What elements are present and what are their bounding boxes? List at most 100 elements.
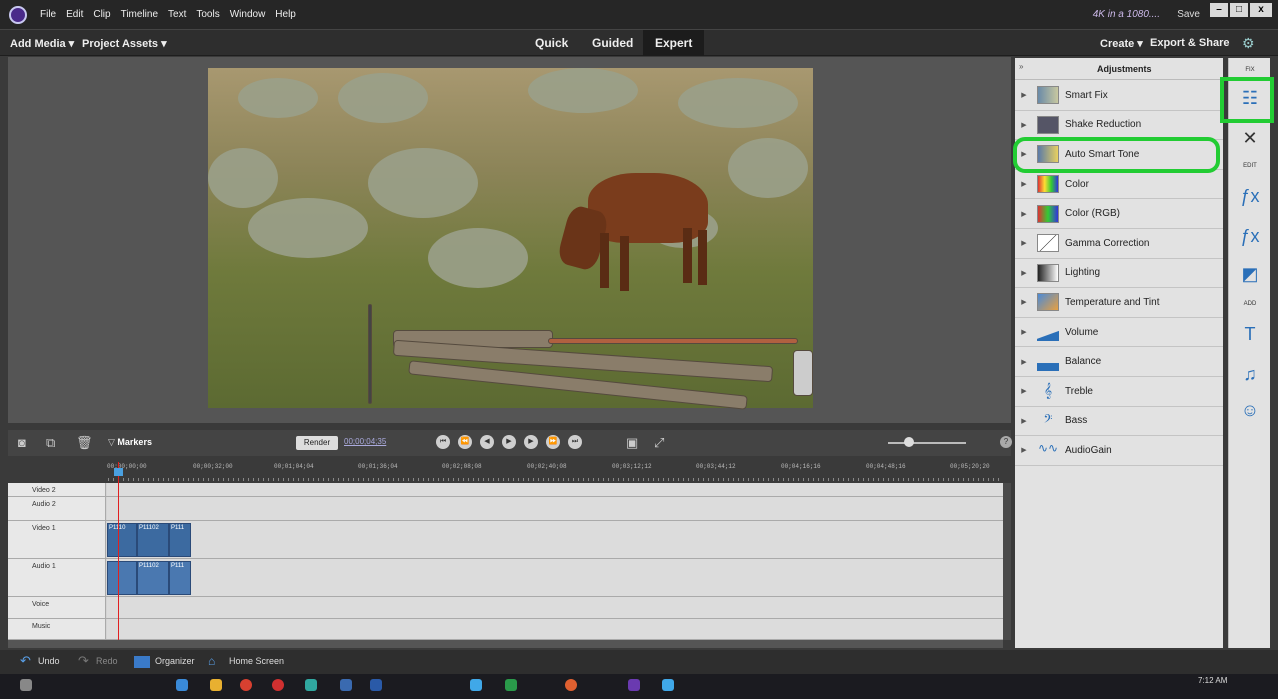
organizer-icon[interactable] [134, 656, 150, 668]
temperature-icon [1037, 293, 1059, 312]
folder-icon[interactable] [210, 679, 222, 691]
project-assets-button[interactable]: Project Assets ▾ [82, 37, 167, 50]
new-layer-icon[interactable]: ⧉ [46, 435, 55, 451]
home-icon[interactable]: ⌂ [208, 654, 215, 668]
home-screen-button[interactable]: Home Screen [229, 656, 284, 666]
playhead[interactable] [118, 462, 119, 640]
taskbar-app-icon[interactable] [662, 679, 674, 691]
timecode-display[interactable]: 00;00;04;35 [344, 437, 386, 446]
video-clip[interactable]: P111 [169, 523, 191, 557]
effects-icon[interactable]: ƒx [1229, 226, 1271, 247]
horizontal-scrollbar[interactable] [8, 640, 1003, 648]
audio-clip[interactable]: P111 [169, 561, 191, 595]
save-button[interactable]: Save [1177, 9, 1200, 20]
menu-window[interactable]: Window [230, 9, 266, 20]
step-back-icon[interactable]: ◀ [480, 435, 494, 449]
export-share-button[interactable]: Export & Share [1150, 37, 1229, 49]
collapse-icon[interactable]: » [1019, 62, 1023, 71]
vertical-scrollbar[interactable] [1003, 483, 1011, 640]
video-clip[interactable]: P1110 [107, 523, 137, 557]
track-music[interactable]: Music [8, 619, 1003, 640]
redo-button[interactable]: Redo [96, 656, 118, 666]
adjustments-header: » Adjustments [1015, 58, 1223, 80]
maximize-button[interactable]: □ [1230, 3, 1248, 17]
track-audio-1[interactable]: Audio 1 P11102 P111 [8, 559, 1003, 597]
adj-shake-reduction[interactable]: ▶ Shake Reduction [1015, 111, 1223, 141]
taskbar-app-icon[interactable] [272, 679, 284, 691]
track-voice[interactable]: Voice [8, 597, 1003, 619]
transitions-icon[interactable]: ◩ [1229, 264, 1271, 285]
zoom-slider[interactable] [888, 442, 966, 444]
adj-color-rgb[interactable]: ▶ Color (RGB) [1015, 199, 1223, 229]
markers-dropdown[interactable]: ▽ Markers [108, 437, 152, 448]
step-forward-icon[interactable]: ▶ [524, 435, 538, 449]
adj-audiogain[interactable]: ▶ ∿∿ AudioGain [1015, 436, 1223, 466]
adj-lighting[interactable]: ▶ Lighting [1015, 259, 1223, 289]
menu-edit[interactable]: Edit [66, 9, 83, 20]
taskbar-app-icon[interactable] [370, 679, 382, 691]
adj-treble[interactable]: ▶ 𝄞 Treble [1015, 377, 1223, 407]
track-video-1[interactable]: Video 1 P1110 P11102 P111 [8, 521, 1003, 559]
tools-icon[interactable]: ✕ [1229, 128, 1271, 149]
menu-tools[interactable]: Tools [196, 9, 219, 20]
timeline-tracks: Video 2 Audio 2 Video 1 P1110 P11102 P11… [8, 483, 1003, 640]
trash-icon[interactable]: 🗑 [76, 435, 93, 451]
taskbar-app-icon[interactable] [340, 679, 352, 691]
organizer-button[interactable]: Organizer [155, 656, 195, 666]
menu-help[interactable]: Help [275, 9, 296, 20]
audio-clip[interactable]: P11102 [137, 561, 169, 595]
undo-icon[interactable]: ↶ [20, 653, 31, 669]
adj-smart-fix[interactable]: ▶ Smart Fix [1015, 81, 1223, 111]
camera-icon[interactable]: ◙ [18, 435, 26, 450]
ruler-tick: 00;01;36;04 [358, 463, 398, 470]
tab-quick[interactable]: Quick [523, 30, 580, 56]
taskbar-app-icon[interactable] [240, 679, 252, 691]
add-media-button[interactable]: Add Media ▾ [10, 37, 74, 50]
tab-guided[interactable]: Guided [580, 30, 645, 56]
go-end-icon[interactable]: ⏭ [568, 435, 582, 449]
close-button[interactable]: x [1250, 3, 1272, 17]
graphics-icon[interactable]: ☺ [1229, 400, 1271, 421]
bass-clef-icon: 𝄢 [1043, 411, 1053, 428]
menu-file[interactable]: File [40, 9, 56, 20]
adj-color[interactable]: ▶ Color [1015, 170, 1223, 200]
zoom-slider-knob[interactable] [904, 437, 914, 447]
tab-expert[interactable]: Expert [643, 30, 705, 56]
audio-clip[interactable] [107, 561, 137, 595]
taskbar-app-icon[interactable] [565, 679, 577, 691]
go-start-icon[interactable]: ⏮ [436, 435, 450, 449]
music-icon[interactable]: ♫ [1229, 364, 1271, 385]
adj-gamma-correction[interactable]: ▶ Gamma Correction [1015, 229, 1223, 259]
snapshot-icon[interactable]: ▣ [626, 435, 638, 451]
track-audio-2[interactable]: Audio 2 [8, 497, 1003, 521]
applied-effects-icon[interactable]: ƒx [1229, 186, 1271, 207]
adj-balance[interactable]: ▶ Balance [1015, 347, 1223, 377]
taskbar-app-icon[interactable] [505, 679, 517, 691]
play-icon[interactable]: ▶ [502, 435, 516, 449]
playhead-handle[interactable] [114, 468, 123, 476]
taskbar-app-icon[interactable] [470, 679, 482, 691]
settings-gear-icon[interactable]: ⚙ [1242, 35, 1255, 52]
undo-button[interactable]: Undo [38, 656, 60, 666]
prev-edit-icon[interactable]: ⏪ [458, 435, 472, 449]
help-icon[interactable]: ? [1000, 436, 1012, 448]
next-edit-icon[interactable]: ⏩ [546, 435, 560, 449]
start-icon[interactable] [20, 679, 32, 691]
titles-text-icon[interactable]: T [1229, 324, 1271, 345]
adj-bass[interactable]: ▶ 𝄢 Bass [1015, 407, 1223, 437]
adj-volume[interactable]: ▶ Volume [1015, 318, 1223, 348]
taskbar-app-icon[interactable] [176, 679, 188, 691]
premiere-elements-icon[interactable] [628, 679, 640, 691]
track-video-2[interactable]: Video 2 [8, 483, 1003, 497]
fullscreen-icon[interactable]: ⤢ [654, 435, 664, 451]
taskbar-app-icon[interactable] [305, 679, 317, 691]
adj-temperature-tint[interactable]: ▶ Temperature and Tint [1015, 288, 1223, 318]
menu-timeline[interactable]: Timeline [121, 9, 158, 20]
video-clip[interactable]: P11102 [137, 523, 169, 557]
redo-icon[interactable]: ↷ [78, 653, 89, 669]
menu-clip[interactable]: Clip [93, 9, 110, 20]
minimize-button[interactable]: – [1210, 3, 1228, 17]
render-button[interactable]: Render [296, 436, 338, 450]
create-button[interactable]: Create ▾ [1100, 37, 1143, 50]
menu-text[interactable]: Text [168, 9, 186, 20]
